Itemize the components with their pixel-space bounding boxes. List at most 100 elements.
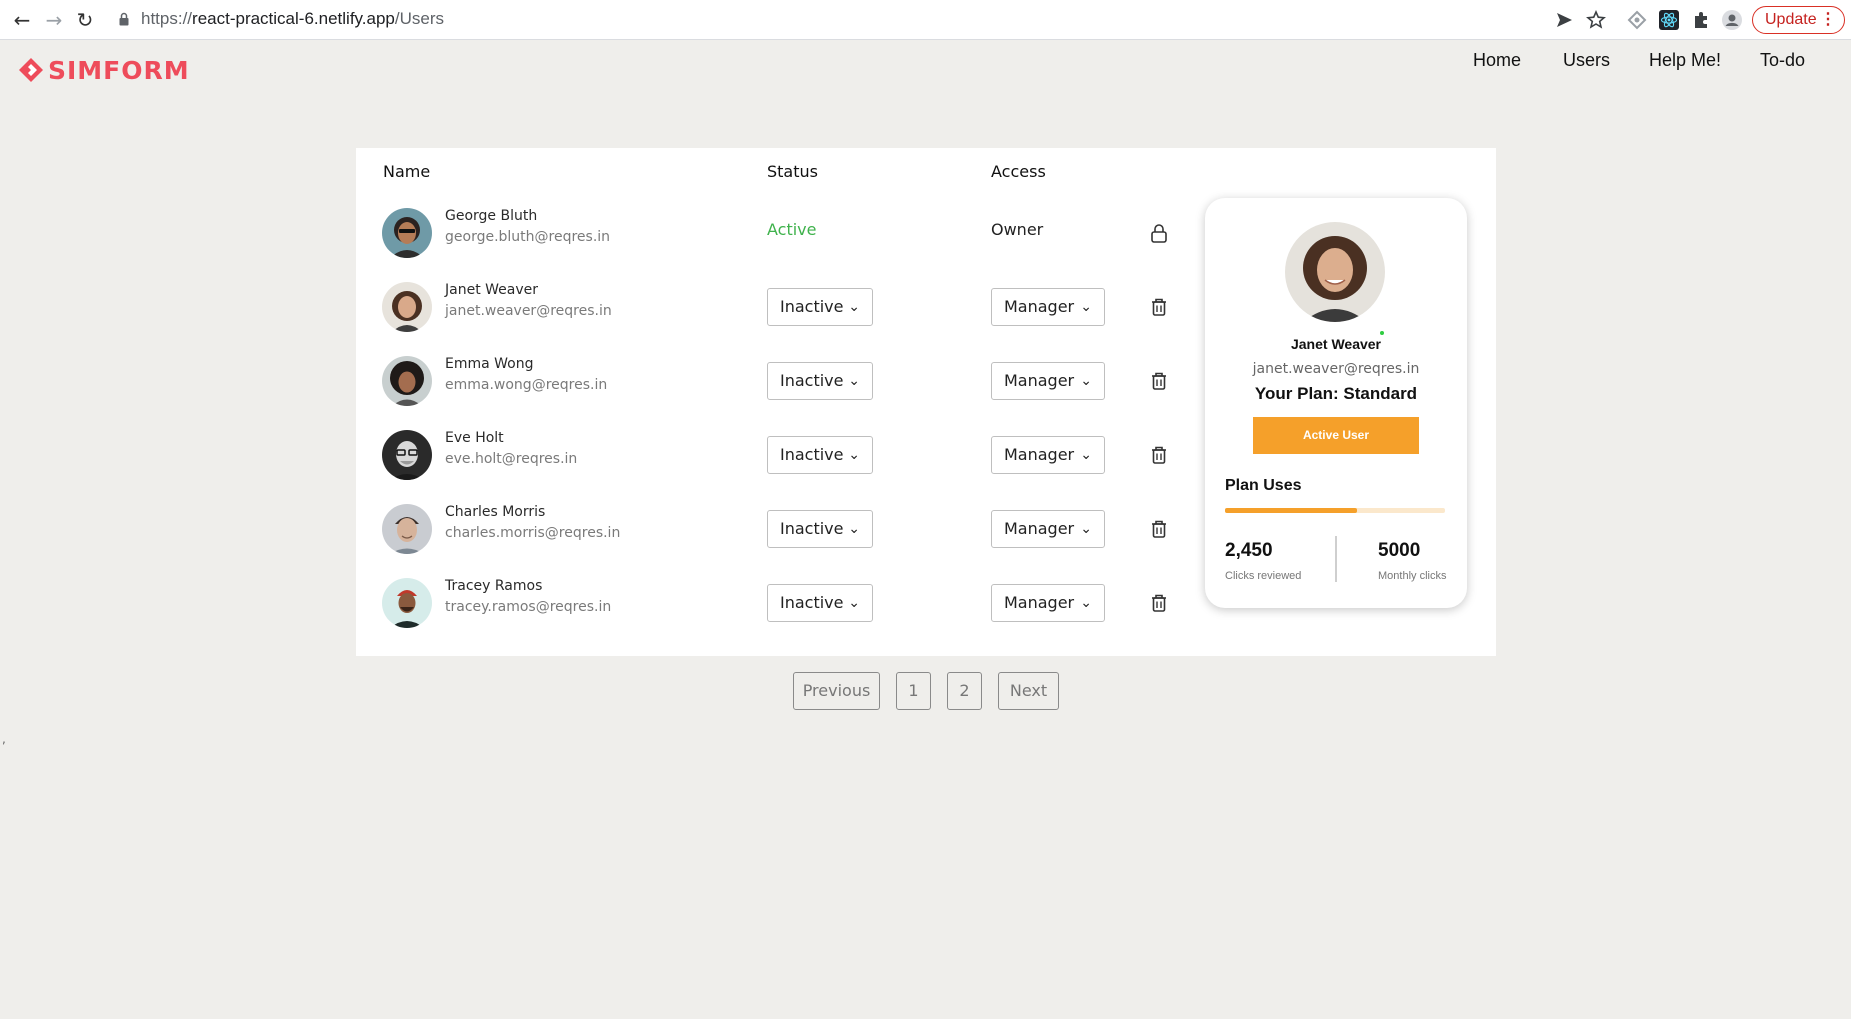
lock-icon[interactable] (1150, 223, 1168, 243)
trash-icon[interactable] (1150, 371, 1168, 391)
status-value: Inactive (780, 445, 844, 464)
reload-icon[interactable]: ↻ (73, 8, 97, 32)
avatar (382, 578, 432, 628)
access-value: Manager (1004, 445, 1075, 464)
active-user-button[interactable]: Active User (1253, 417, 1419, 454)
user-email: eve.holt@reqres.in (445, 451, 578, 467)
more-vertical-icon: ⋮ (1820, 11, 1836, 28)
table-row: Janet Weaver janet.weaver@reqres.in Inac… (356, 272, 1196, 346)
star-icon[interactable] (1585, 9, 1607, 31)
table-row: Tracey Ramos tracey.ramos@reqres.in Inac… (356, 568, 1196, 642)
profile-email: janet.weaver@reqres.in (1252, 361, 1420, 377)
nav-help[interactable]: Help Me! (1649, 50, 1721, 71)
lock-icon (119, 12, 129, 26)
nav-users[interactable]: Users (1563, 50, 1610, 71)
react-devtools-icon[interactable] (1658, 9, 1680, 31)
access-select[interactable]: Manager ⌄ (991, 362, 1105, 400)
user-name: Janet Weaver (445, 282, 539, 298)
access-select[interactable]: Manager ⌄ (991, 510, 1105, 548)
avatar (382, 430, 432, 480)
user-email: tracey.ramos@reqres.in (445, 599, 612, 615)
status-select[interactable]: Inactive ⌄ (767, 436, 873, 474)
table-row: Emma Wong emma.wong@reqres.in Inactive ⌄ … (356, 346, 1196, 420)
header-access: Access (991, 162, 1046, 181)
url-path: /Users (394, 9, 444, 28)
trash-icon[interactable] (1150, 445, 1168, 465)
stat-monthly-clicks-value: 5000 (1378, 540, 1421, 561)
user-email: janet.weaver@reqres.in (445, 303, 612, 319)
profile-card: Janet Weaver janet.weaver@reqres.in Your… (1205, 198, 1467, 608)
status-value: Inactive (780, 519, 844, 538)
access-select[interactable]: Manager ⌄ (991, 584, 1105, 622)
access-text: Owner (991, 220, 1044, 239)
url-prefix: https:// (141, 9, 193, 28)
stat-monthly-clicks-label: Monthly clicks (1378, 570, 1447, 582)
plan-uses-progress (1225, 508, 1445, 513)
avatar (382, 282, 432, 332)
status-select[interactable]: Inactive ⌄ (767, 362, 873, 400)
header-status: Status (767, 162, 818, 181)
update-label: Update (1765, 11, 1817, 28)
table-row: Eve Holt eve.holt@reqres.in Inactive ⌄ Ma… (356, 420, 1196, 494)
access-select[interactable]: Manager ⌄ (991, 288, 1105, 326)
online-indicator (1380, 331, 1384, 335)
trash-icon[interactable] (1150, 519, 1168, 539)
chevron-down-icon: ⌄ (1080, 373, 1092, 389)
previous-button[interactable]: Previous (793, 672, 880, 710)
chevron-down-icon: ⌄ (1080, 299, 1092, 315)
plan-uses-title: Plan Uses (1225, 477, 1302, 494)
users-panel: Name Status Access George Bluth george.b… (356, 148, 1496, 656)
browser-toolbar: ← → ↻ https://react-practical-6.netlify.… (0, 0, 1851, 40)
status-select[interactable]: Inactive ⌄ (767, 584, 873, 622)
back-arrow-icon[interactable]: ← (10, 8, 34, 32)
status-select[interactable]: Inactive ⌄ (767, 288, 873, 326)
table-row: George Bluth george.bluth@reqres.in Acti… (356, 198, 1196, 272)
avatar (382, 208, 432, 258)
chevron-down-icon: ⌄ (848, 595, 860, 611)
next-button[interactable]: Next (998, 672, 1059, 710)
plan-uses-progress-fill (1225, 508, 1357, 513)
access-select[interactable]: Manager ⌄ (991, 436, 1105, 474)
profile-icon[interactable] (1721, 9, 1743, 31)
simform-logo[interactable]: SIMFORM (18, 55, 190, 85)
page-2-button[interactable]: 2 (947, 672, 982, 710)
forward-arrow-icon[interactable]: → (42, 8, 66, 32)
table-row: Charles Morris charles.morris@reqres.in … (356, 494, 1196, 568)
status-select[interactable]: Inactive ⌄ (767, 510, 873, 548)
nav-todo[interactable]: To-do (1760, 50, 1805, 71)
puzzle-extensions-icon[interactable] (1690, 9, 1712, 31)
chevron-down-icon: ⌄ (848, 373, 860, 389)
user-email: george.bluth@reqres.in (445, 229, 611, 245)
user-name: Charles Morris (445, 504, 546, 520)
access-value: Manager (1004, 593, 1075, 612)
user-name: Eve Holt (445, 430, 504, 446)
nav-home[interactable]: Home (1473, 50, 1521, 71)
stats-divider (1335, 536, 1337, 582)
simform-mark-icon (19, 58, 43, 82)
chevron-down-icon: ⌄ (1080, 447, 1092, 463)
status-value: Inactive (780, 297, 844, 316)
address-bar[interactable]: https://react-practical-6.netlify.app/Us… (141, 9, 444, 29)
chevron-down-icon: ⌄ (848, 447, 860, 463)
user-email: charles.morris@reqres.in (445, 525, 621, 541)
status-value: Inactive (780, 371, 844, 390)
send-icon[interactable] (1553, 9, 1575, 31)
access-value: Manager (1004, 297, 1075, 316)
header-name: Name (383, 162, 431, 181)
chevron-down-icon: ⌄ (848, 521, 860, 537)
access-value: Manager (1004, 519, 1075, 538)
trash-icon[interactable] (1150, 297, 1168, 317)
user-name: Emma Wong (445, 356, 534, 372)
stray-text: , (2, 732, 6, 746)
status-text: Active (767, 220, 817, 239)
avatar (382, 356, 432, 406)
page-1-button[interactable]: 1 (896, 672, 931, 710)
trash-icon[interactable] (1150, 593, 1168, 613)
status-value: Inactive (780, 593, 844, 612)
stat-clicks-reviewed-value: 2,450 (1225, 540, 1273, 561)
user-name: George Bluth (445, 208, 538, 224)
update-button[interactable]: Update ⋮ (1752, 6, 1845, 34)
extension-diamond-icon[interactable] (1626, 9, 1648, 31)
url-host: react-practical-6.netlify.app (192, 9, 395, 28)
profile-plan: Your Plan: Standard (1254, 384, 1418, 403)
